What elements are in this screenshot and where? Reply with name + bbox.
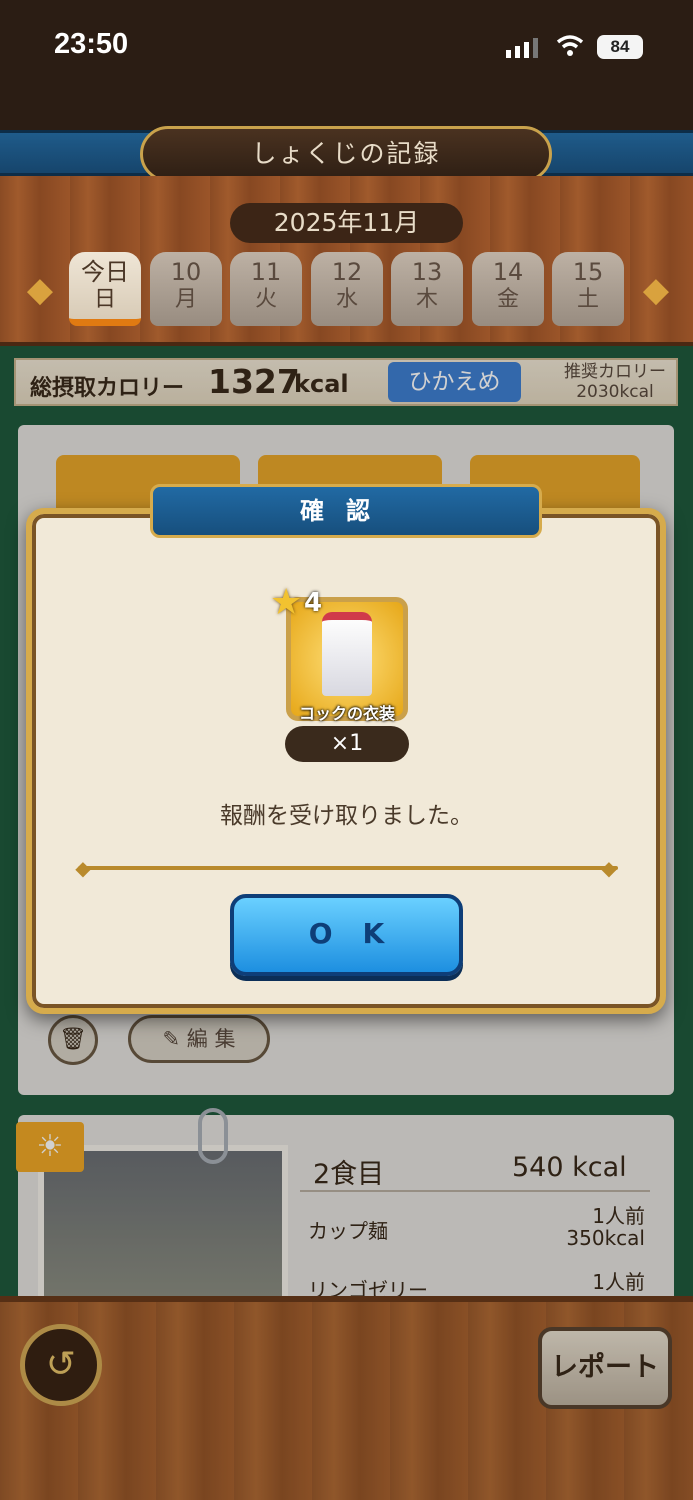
divider-ornament-icon: ◆ xyxy=(75,856,91,880)
dialog-divider xyxy=(78,866,618,870)
status-bar xyxy=(0,0,693,130)
prev-week-arrow-icon[interactable]: ◆ xyxy=(20,268,60,312)
day-tab-14[interactable]: 14 金 xyxy=(472,252,544,326)
page-title: しょくじの記録 xyxy=(140,126,552,182)
day-tab-today[interactable]: 今日日 xyxy=(69,252,141,326)
wifi-icon xyxy=(556,34,584,58)
day-tab-15[interactable]: 15 土 xyxy=(552,252,624,326)
status-time: 23:50 xyxy=(54,28,129,60)
reward-quantity: ×1 xyxy=(285,726,409,762)
divider-ornament-icon: ◆ xyxy=(601,856,617,880)
reward-item-name: コックの衣装 xyxy=(298,704,395,723)
signal-icon xyxy=(506,38,540,58)
dialog-message: 報酬を受け取りました。 xyxy=(220,803,473,829)
reward-rarity: 4 xyxy=(304,588,323,618)
next-week-arrow-icon[interactable]: ◆ xyxy=(636,268,676,312)
day-tab-11[interactable]: 11 火 xyxy=(230,252,302,326)
chef-outfit-icon xyxy=(322,612,372,696)
star-icon: ★ xyxy=(270,582,303,623)
day-tab-12[interactable]: 12 水 xyxy=(311,252,383,326)
day-tab-13[interactable]: 13 木 xyxy=(391,252,463,326)
month-label: 2025年11月 xyxy=(230,203,463,243)
day-tab-10[interactable]: 10 月 xyxy=(150,252,222,326)
ok-button[interactable]: OK xyxy=(230,894,463,976)
battery-indicator: 84 xyxy=(597,35,643,59)
dialog-title: 確認 xyxy=(150,484,542,538)
